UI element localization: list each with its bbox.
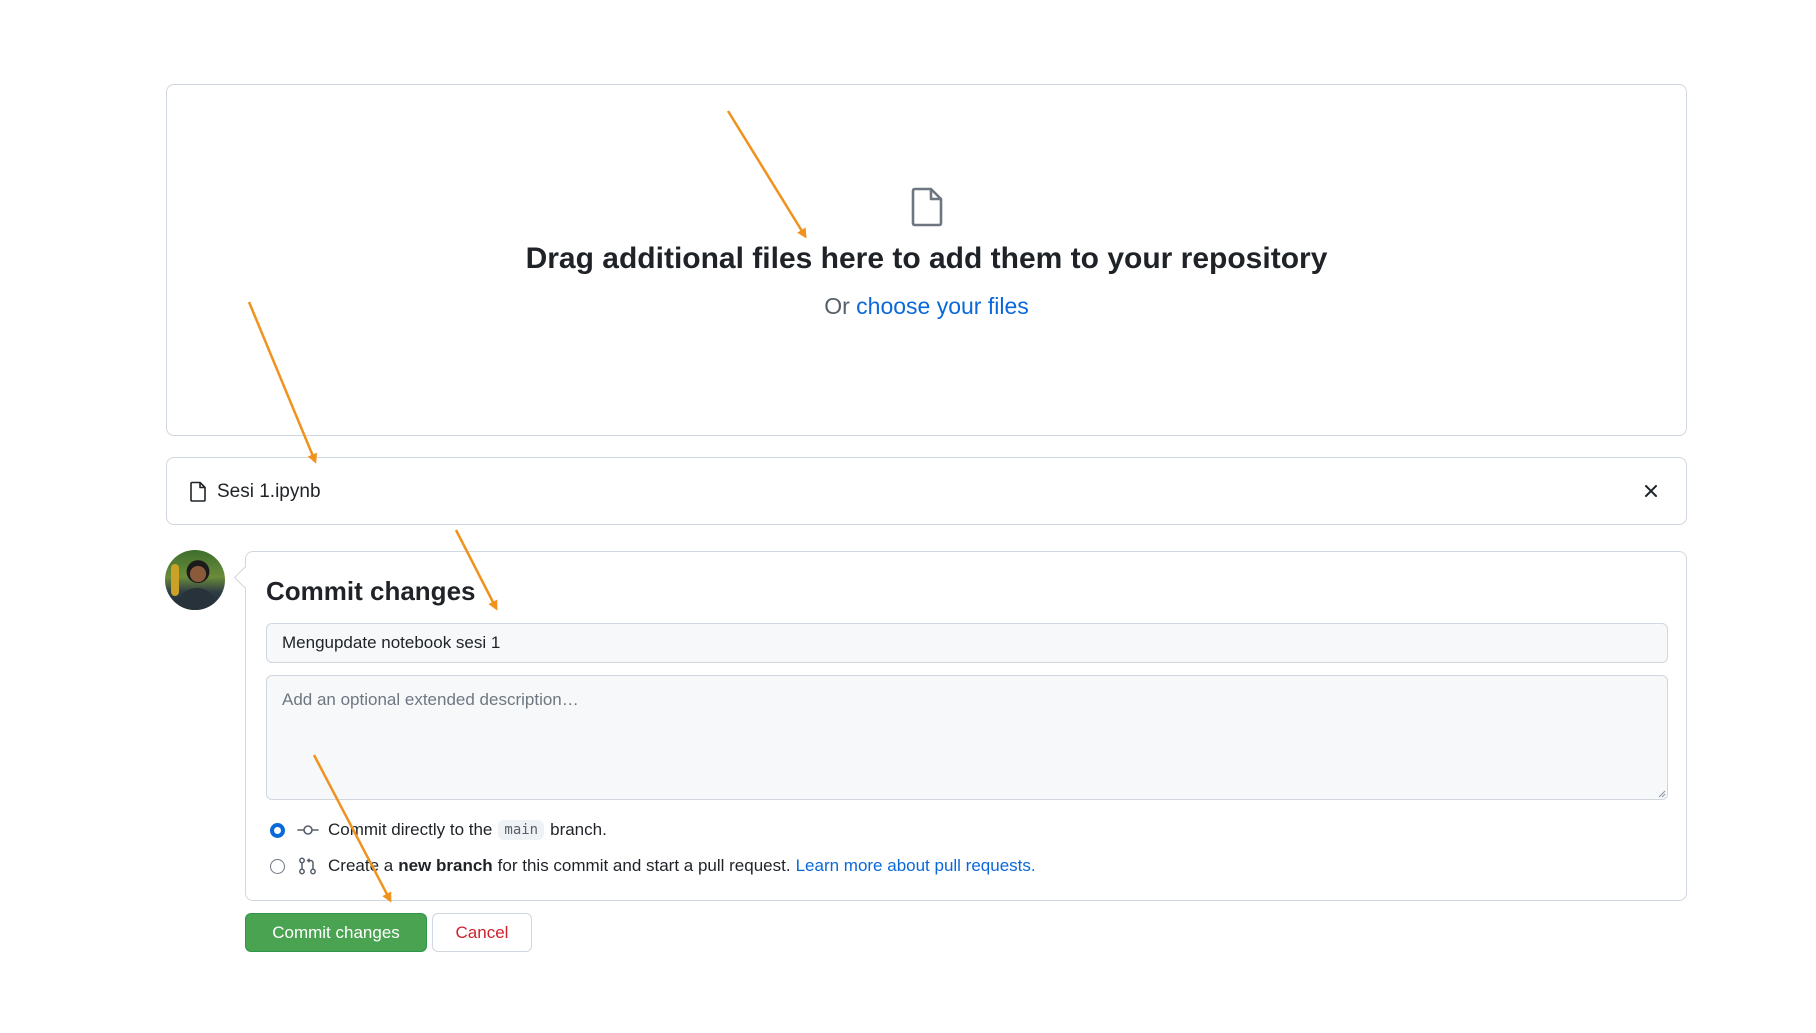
upload-files-page: Drag additional files here to add them t… <box>0 0 1816 1033</box>
new-branch-text-end: for this commit and start a pull request… <box>497 856 791 875</box>
cancel-button[interactable]: Cancel <box>432 913 532 952</box>
dropzone-or-text: Or <box>824 293 850 319</box>
panel-caret <box>233 566 256 589</box>
avatar-detail <box>171 564 179 596</box>
commit-direct-text: Commit directly to the <box>328 820 493 839</box>
uploaded-file-name: Sesi 1.ipynb <box>217 481 321 502</box>
commit-description-input[interactable] <box>266 675 1668 800</box>
remove-file-close-icon[interactable] <box>1638 478 1664 504</box>
file-icon <box>911 187 942 227</box>
git-commit-icon <box>297 825 319 835</box>
learn-more-pull-requests-link[interactable]: Learn more about pull requests. <box>796 856 1036 876</box>
commit-summary-input[interactable] <box>266 623 1668 663</box>
commit-changes-button[interactable]: Commit changes <box>245 913 427 952</box>
commit-heading: Commit changes <box>266 576 476 606</box>
new-branch-option[interactable]: Create a new branch for this commit and … <box>270 856 1036 876</box>
commit-direct-radio[interactable] <box>270 822 285 838</box>
choose-files-link[interactable]: choose your files <box>856 293 1029 319</box>
new-branch-text: Create a <box>328 856 394 875</box>
new-branch-bold-text: new branch <box>398 856 493 875</box>
git-pull-request-icon <box>299 857 316 875</box>
dropzone-subtitle: Or choose your files <box>167 293 1686 320</box>
uploaded-file-row: Sesi 1.ipynb <box>166 457 1687 525</box>
dropzone-title: Drag additional files here to add them t… <box>525 242 1328 275</box>
commit-direct-option[interactable]: Commit directly to the main branch. <box>270 820 607 840</box>
commit-changes-panel: Commit changes Commit directly to the ma… <box>233 551 1687 901</box>
file-dropzone[interactable]: Drag additional files here to add them t… <box>166 84 1687 436</box>
avatar <box>165 550 225 610</box>
file-icon <box>190 481 206 502</box>
resize-grip-icon[interactable] <box>1656 788 1666 798</box>
branch-name-badge: main <box>498 820 545 840</box>
avatar-detail <box>179 588 215 610</box>
new-branch-radio[interactable] <box>270 858 285 874</box>
commit-direct-text-end: branch. <box>550 820 607 839</box>
